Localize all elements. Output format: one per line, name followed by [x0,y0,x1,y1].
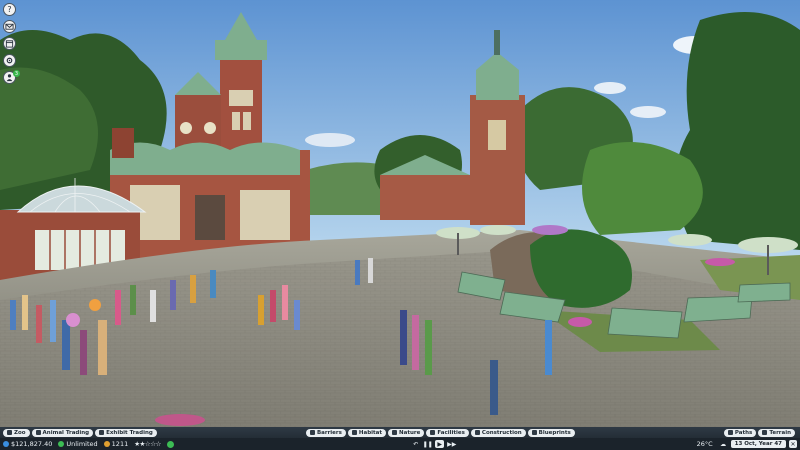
blueprints-label: Blueprints [538,429,571,436]
zoo-scene [0,0,800,427]
help-icon: ? [7,4,12,14]
blueprints-button[interactable]: Blueprints [527,428,575,437]
temperature-value: 26°C [696,440,713,448]
nature-label: Nature [399,429,421,436]
money-stat[interactable]: $121,827.40 [3,440,52,448]
cloud [305,133,355,147]
animal-trading-icon [35,430,41,435]
notification-badge: 3 [13,70,20,77]
terrain-button[interactable]: Terrain [758,428,796,437]
guests-value: 1211 [111,440,129,448]
calendar-icon [5,40,14,48]
paths-icon [727,430,733,435]
money-value: $121,827.40 [11,440,53,448]
clock-tower-right [470,95,525,225]
gear-icon [6,57,13,64]
terrain-label: Terrain [769,429,792,436]
calendar-button[interactable] [3,37,16,50]
nature-icon [392,430,398,435]
guests-icon [103,441,110,447]
zoo-label: Zoo [14,429,26,436]
animal-trading-button[interactable]: Animal Trading [31,428,94,437]
left-hud: ? 3 [3,3,20,84]
construction-label: Construction [481,429,522,436]
date-display: 13 Oct, Year 47 [730,440,787,448]
cloud [630,106,666,118]
exhibit-trading-button[interactable]: Exhibit Trading [95,428,157,437]
close-icon[interactable]: ✕ [789,440,798,448]
habitat-icon [351,430,357,435]
status-bar: $121,827.40 Unlimited 1211 ★★☆☆☆ ↶ ❚❚ ▶ … [0,438,800,450]
help-button[interactable]: ? [3,3,16,16]
research-value: Unlimited [66,440,98,448]
staff-button-wrap: 3 [3,70,20,84]
facilities-icon [430,430,436,435]
exhibit-trading-icon [99,430,105,435]
temperature-stat: 26°C [697,440,713,448]
paths-button[interactable]: Paths [723,428,757,437]
construction-icon [474,430,480,435]
happiness-icon[interactable] [166,440,174,448]
animal-trading-label: Animal Trading [42,429,90,436]
build-toolbar: Zoo Animal Trading Exhibit Trading Barri… [0,427,800,438]
far-building [380,175,470,220]
guests-stat[interactable]: 1211 [103,440,129,448]
nature-button[interactable]: Nature [388,428,425,437]
research-stat[interactable]: Unlimited [58,440,98,448]
barriers-button[interactable]: Barriers [305,428,346,437]
barriers-label: Barriers [316,429,342,436]
pause-icon[interactable]: ❚❚ [423,440,433,448]
cupola-tower [175,95,221,150]
coin-icon [3,441,9,447]
settings-button[interactable] [3,54,16,67]
zoo-button[interactable]: Zoo [3,428,30,437]
cloud [594,82,626,94]
exhibit-trading-label: Exhibit Trading [106,429,153,436]
fast-forward-icon[interactable]: ▶▶ [447,440,456,448]
facilities-label: Facilities [437,429,465,436]
zoo-rating[interactable]: ★★☆☆☆ [134,440,161,448]
mail-icon [5,23,14,30]
blueprints-icon [531,430,537,435]
habitat-button[interactable]: Habitat [347,428,387,437]
messages-button[interactable] [3,20,16,33]
rating-stars: ★★☆☆☆ [134,440,161,448]
play-icon[interactable]: ▶ [435,440,445,448]
terrain-icon [762,430,768,435]
weather-icon: ☁ [720,440,727,448]
paths-label: Paths [734,429,753,436]
zoo-icon [7,430,12,435]
research-icon [58,441,65,447]
undo-icon[interactable]: ↶ [411,440,420,448]
barriers-icon [309,430,315,435]
construction-button[interactable]: Construction [470,428,526,437]
habitat-label: Habitat [358,429,383,436]
facilities-button[interactable]: Facilities [426,428,469,437]
